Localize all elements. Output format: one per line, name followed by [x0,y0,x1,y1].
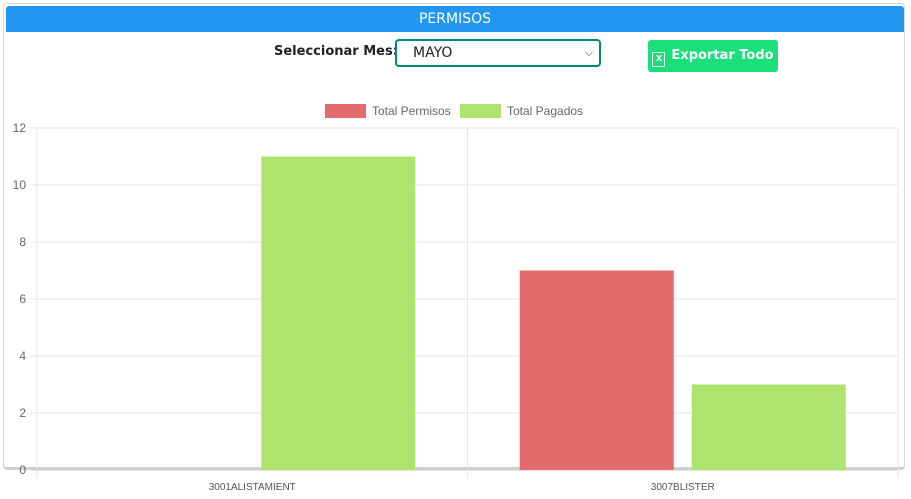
x-axis-ticks: 3001ALISTAMIENT 3007BLISTER [209,482,715,493]
legend-label[interactable]: Total Pagados [507,104,583,118]
legend-swatch[interactable] [325,104,366,118]
x-tick-label: 3007BLISTER [651,482,715,493]
y-tick-label: 4 [19,349,26,363]
y-axis-ticks: 0 2 4 6 8 10 12 [13,121,27,477]
legend-swatch[interactable] [460,104,501,118]
chart-legend: Total Permisos Total Pagados [325,104,583,118]
chart-bars [261,156,846,470]
y-tick-label: 8 [19,235,26,249]
legend-label[interactable]: Total Permisos [372,104,451,118]
y-tick-label: 2 [19,406,26,420]
bar [261,156,416,470]
y-tick-label: 0 [19,463,26,477]
x-tick-label: 3001ALISTAMIENT [209,482,296,493]
y-tick-label: 10 [13,178,27,192]
y-tick-label: 12 [13,121,27,135]
bar [519,270,674,470]
y-tick-label: 6 [19,292,26,306]
bar-chart: 0 2 4 6 8 10 12 3001ALISTAMIENT 3007BLISTER Tot… [13,104,899,493]
bar [691,384,846,470]
